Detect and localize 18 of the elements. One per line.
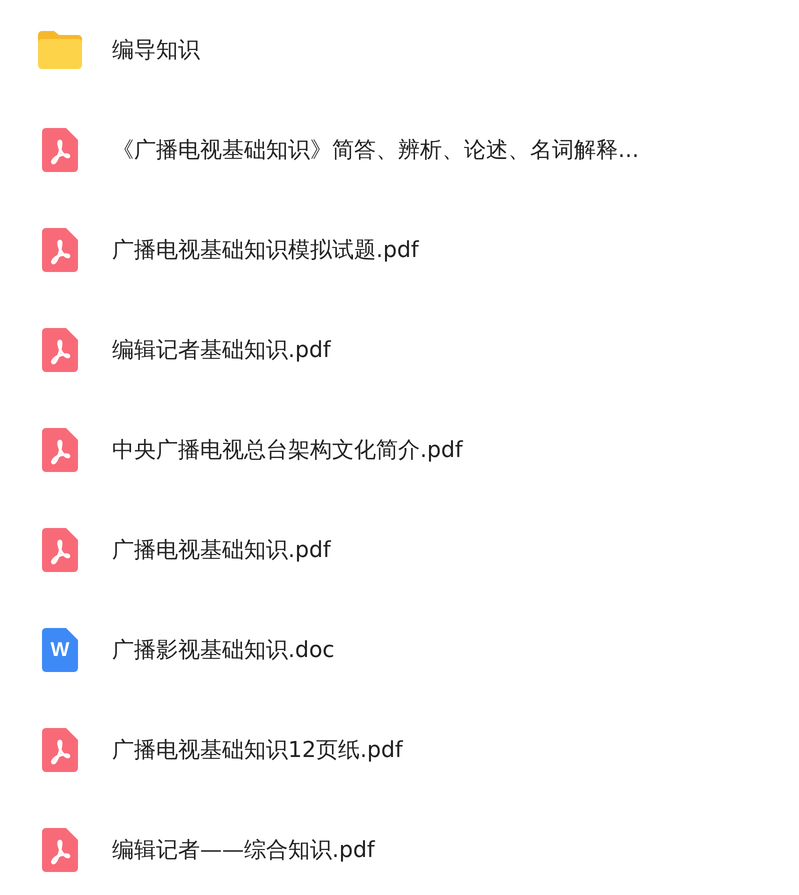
pdf-file-icon — [42, 728, 78, 772]
file-name[interactable]: 编辑记者——综合知识.pdf — [112, 835, 375, 865]
pdf-file-icon — [42, 128, 78, 172]
file-name[interactable]: 《广播电视基础知识》简答、辨析、论述、名词解释... — [112, 135, 639, 165]
folder-icon — [36, 29, 84, 71]
file-name[interactable]: 编导知识 — [112, 35, 200, 65]
pdf-file-icon — [42, 428, 78, 472]
file-name[interactable]: 广播电视基础知识模拟试题.pdf — [112, 235, 419, 265]
pdf-file-icon — [42, 328, 78, 372]
file-name[interactable]: 广播电视基础知识.pdf — [112, 535, 331, 565]
file-name[interactable]: 广播电视基础知识12页纸.pdf — [112, 735, 403, 765]
file-name[interactable]: 编辑记者基础知识.pdf — [112, 335, 331, 365]
pdf-file-icon — [42, 828, 78, 872]
pdf-file-icon — [42, 228, 78, 272]
pdf-file-icon — [42, 528, 78, 572]
file-name[interactable]: 中央广播电视总台架构文化简介.pdf — [112, 435, 463, 465]
word-file-icon: W — [42, 628, 78, 672]
file-name[interactable]: 广播影视基础知识.doc — [112, 635, 335, 665]
